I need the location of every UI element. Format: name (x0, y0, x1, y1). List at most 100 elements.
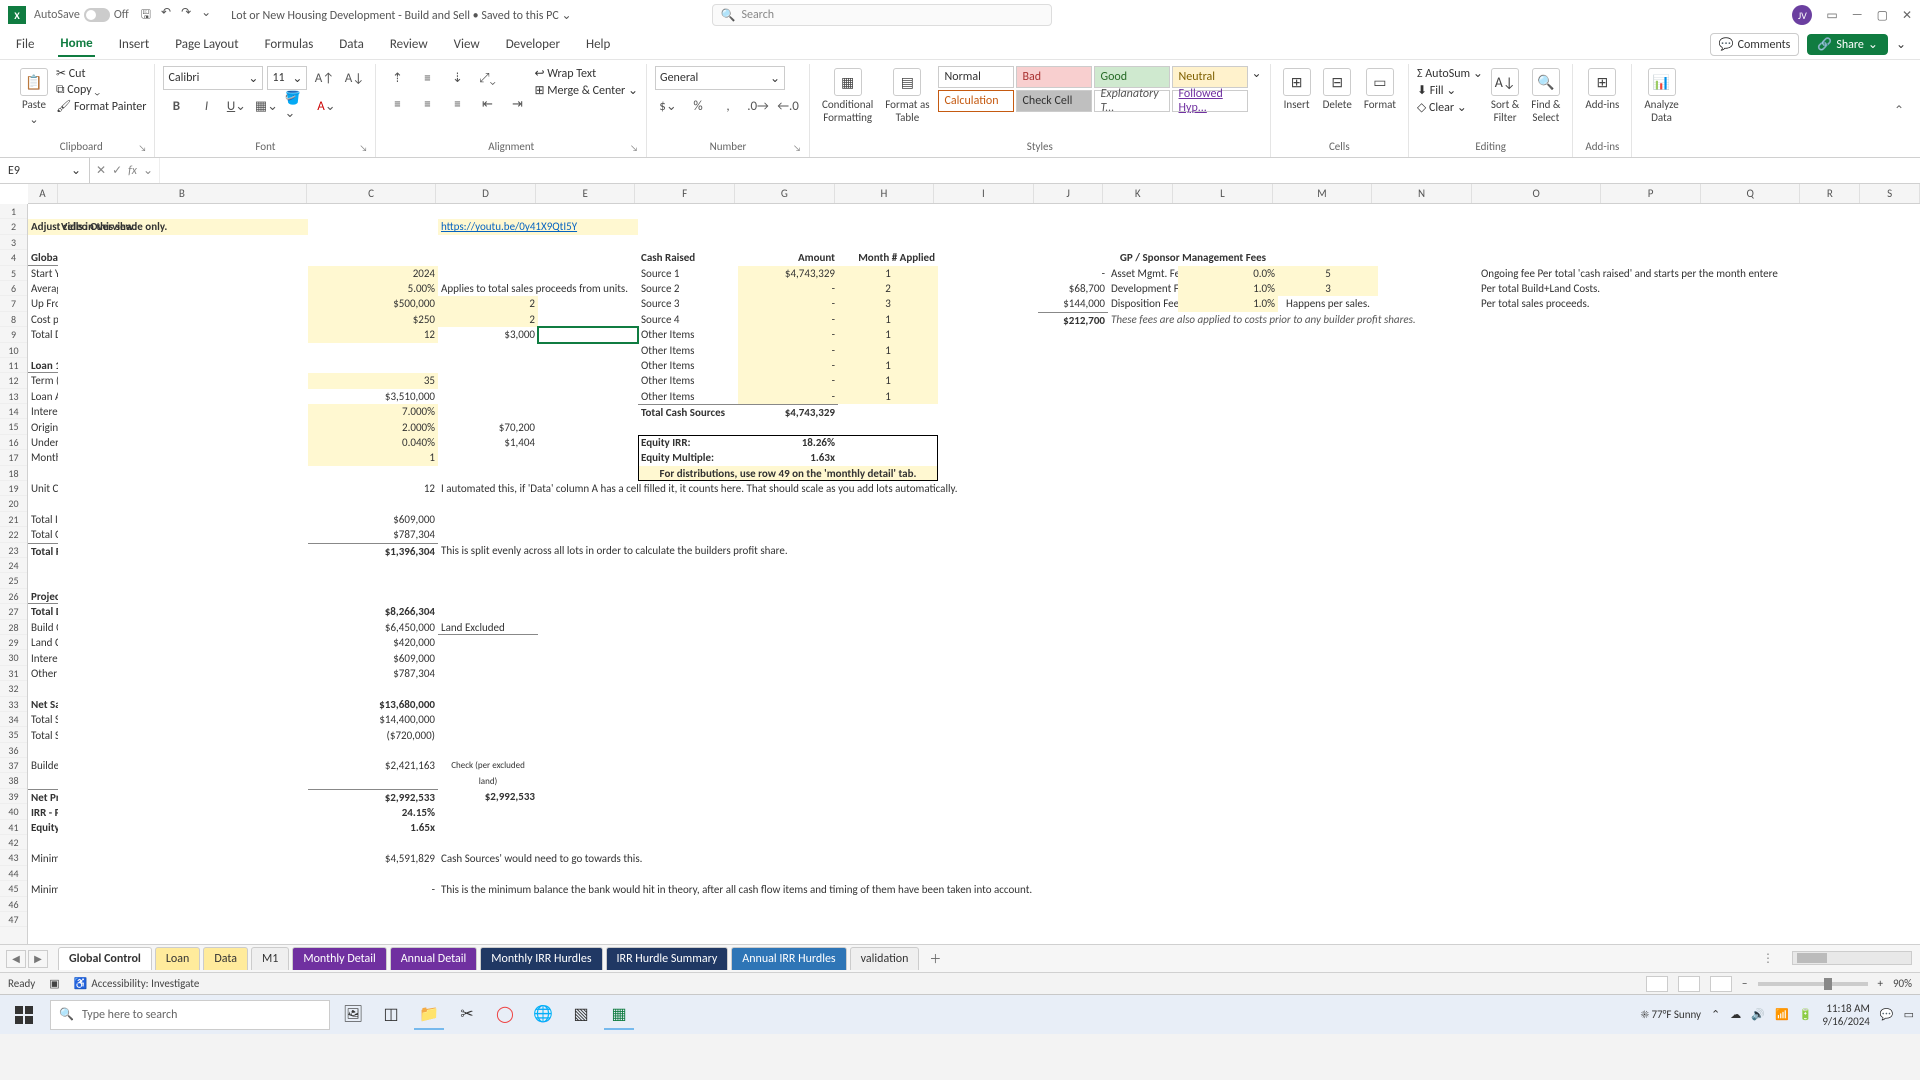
horizontal-scrollbar[interactable] (1792, 951, 1912, 965)
dialog-launcher-icon[interactable]: ↘ (139, 143, 147, 154)
cell-A11[interactable]: Loan 1 Configuration (28, 358, 58, 373)
number-format-select[interactable]: General⌄ (655, 66, 785, 90)
col-header-R[interactable]: R (1800, 184, 1860, 203)
sheet-tab-annual-detail[interactable]: Annual Detail (390, 947, 478, 970)
styles-more-icon[interactable]: ⌄ (1252, 66, 1262, 81)
cell-C30[interactable]: $609,000 (308, 651, 438, 666)
col-header-H[interactable]: H (835, 184, 935, 203)
zoom-out-icon[interactable]: − (1742, 977, 1747, 990)
decrease-indent-icon[interactable]: ⇤ (474, 92, 500, 116)
chevron-down-icon[interactable]: ⌄ (770, 71, 780, 86)
cell-A40[interactable]: IRR - Project (28, 805, 58, 820)
cell-C34[interactable]: $14,400,000 (308, 712, 438, 727)
cell-A6[interactable]: Average Selling Costs (28, 281, 58, 296)
format-cells-button[interactable]: ▭Format (1360, 66, 1400, 113)
cancel-formula-icon[interactable]: ✕ (96, 163, 106, 178)
row-header-44[interactable]: 44 (0, 866, 27, 881)
dialog-launcher-icon[interactable]: ↘ (360, 143, 368, 154)
notifications-icon[interactable]: 💬 (1880, 1008, 1894, 1021)
scrollbar-thumb[interactable] (1797, 953, 1827, 963)
row-header-40[interactable]: 40 (0, 804, 27, 819)
font-color-icon[interactable]: A⌄ (313, 94, 339, 118)
undo-icon[interactable]: ↶ (161, 5, 171, 26)
row-header-5[interactable]: 5 (0, 266, 27, 281)
insert-cells-button[interactable]: ⊞Insert (1279, 66, 1315, 113)
volume-icon[interactable]: 🔊 (1751, 1008, 1765, 1021)
cell-A16[interactable]: Underwriting/Processing Fee (28, 435, 58, 450)
cell-O6[interactable]: Per total Build+Land Costs. (1478, 281, 1708, 296)
tab-review[interactable]: Review (388, 33, 430, 56)
increase-font-icon[interactable]: A↑ (311, 66, 337, 90)
cell-A29[interactable]: Land Costs (28, 635, 58, 650)
row-header-11[interactable]: 11 (0, 358, 27, 373)
cell-F10[interactable]: Other Items (638, 343, 738, 358)
cell-C5[interactable]: 2024 (308, 266, 438, 281)
cell-H9[interactable]: 1 (838, 327, 938, 342)
copy-button[interactable]: ⧉ Copy ⌄ (56, 83, 146, 97)
row-header-1[interactable]: 1 (0, 204, 27, 219)
user-avatar[interactable]: JV (1792, 5, 1812, 25)
cell-A9[interactable]: Total Draws (28, 327, 58, 342)
comma-format-icon[interactable]: , (715, 94, 741, 118)
tab-help[interactable]: Help (584, 33, 612, 56)
cell-F8[interactable]: Source 4 (638, 312, 738, 327)
snip-tool-icon[interactable]: ✂ (452, 1000, 482, 1030)
cell-C17[interactable]: 1 (308, 450, 438, 465)
chevron-down-icon[interactable]: ⌄ (143, 163, 153, 178)
col-header-M[interactable]: M (1273, 184, 1373, 203)
row-header-39[interactable]: 39 (0, 789, 27, 804)
cell-F13[interactable]: Other Items (638, 389, 738, 404)
row-header-13[interactable]: 13 (0, 389, 27, 404)
dialog-launcher-icon[interactable]: ↘ (793, 143, 801, 154)
sheet-nav-prev-icon[interactable]: ◀ (6, 950, 26, 968)
sheet-tab-irr-hurdle-summary[interactable]: IRR Hurdle Summary (606, 947, 729, 970)
row-header-37[interactable]: 37 (0, 758, 27, 773)
col-header-B[interactable]: B (58, 184, 307, 203)
font-size-select[interactable]: 11⌄ (267, 66, 307, 90)
cell-H7[interactable]: 3 (838, 296, 938, 311)
decrease-decimal-icon[interactable]: ←.0 (775, 94, 801, 118)
cell-C45[interactable]: - (308, 882, 438, 897)
cell-D15[interactable]: $70,200 (438, 420, 538, 435)
row-header-46[interactable]: 46 (0, 897, 27, 912)
cell-A19[interactable]: Unit Count to Spread Interest Expense / … (28, 481, 58, 496)
col-header-K[interactable]: K (1103, 184, 1173, 203)
page-layout-view-icon[interactable] (1678, 976, 1700, 992)
cell-G10[interactable]: - (738, 343, 838, 358)
cell-G8[interactable]: - (738, 312, 838, 327)
cell-A26[interactable]: Project Summary (28, 589, 58, 604)
tab-insert[interactable]: Insert (117, 33, 152, 56)
tab-home[interactable]: Home (58, 32, 94, 57)
cell-H4[interactable]: Month # Applied (838, 250, 938, 265)
ribbon-collapse-icon[interactable]: ⌄ (1896, 37, 1906, 52)
cell-styles-gallery[interactable]: Normal Bad Good Neutral Calculation Chec… (938, 66, 1248, 112)
cell-A5[interactable]: Start Year: (28, 266, 58, 281)
fill-color-icon[interactable]: 🪣⌄ (283, 94, 309, 118)
tab-data[interactable]: Data (337, 33, 366, 56)
cell-F9[interactable]: Other Items (638, 327, 738, 342)
row-header-22[interactable]: 22 (0, 527, 27, 542)
cell-D2[interactable]: https://youtu.be/0y41X9QtI5Y (438, 219, 638, 234)
row-header-24[interactable]: 24 (0, 558, 27, 573)
cell-D43[interactable]: Cash Sources' would need to go towards t… (438, 851, 838, 866)
column-headers[interactable]: ABCDEFGHIJKLMNOPQRS (28, 184, 1920, 204)
style-followed-hyperlink[interactable]: Followed Hyp... (1172, 90, 1248, 112)
cell-F11[interactable]: Other Items (638, 358, 738, 373)
weather-widget[interactable]: ☀ 77°F Sunny (1641, 1008, 1701, 1021)
cut-button[interactable]: ✂ Cut (56, 66, 146, 81)
row-header-25[interactable]: 25 (0, 573, 27, 588)
cell-J7[interactable]: $144,000 (1038, 296, 1108, 311)
cell-C33[interactable]: $13,680,000 (308, 697, 438, 712)
cell-D38[interactable]: land) (438, 774, 538, 789)
toggle-icon[interactable] (84, 8, 110, 22)
align-bottom-icon[interactable]: ⇣ (444, 66, 470, 90)
cell-K6[interactable]: Development Fee (1108, 281, 1178, 296)
cell-A45[interactable]: Minimum Bank Balance (28, 882, 58, 897)
analyze-data-button[interactable]: 📊Analyze Data (1640, 66, 1682, 126)
cell-C15[interactable]: 2.000% (308, 420, 438, 435)
row-header-43[interactable]: 43 (0, 850, 27, 865)
row-header-7[interactable]: 7 (0, 296, 27, 311)
sheet-tab-data[interactable]: Data (203, 947, 248, 970)
row-header-10[interactable]: 10 (0, 343, 27, 358)
col-header-G[interactable]: G (735, 184, 835, 203)
